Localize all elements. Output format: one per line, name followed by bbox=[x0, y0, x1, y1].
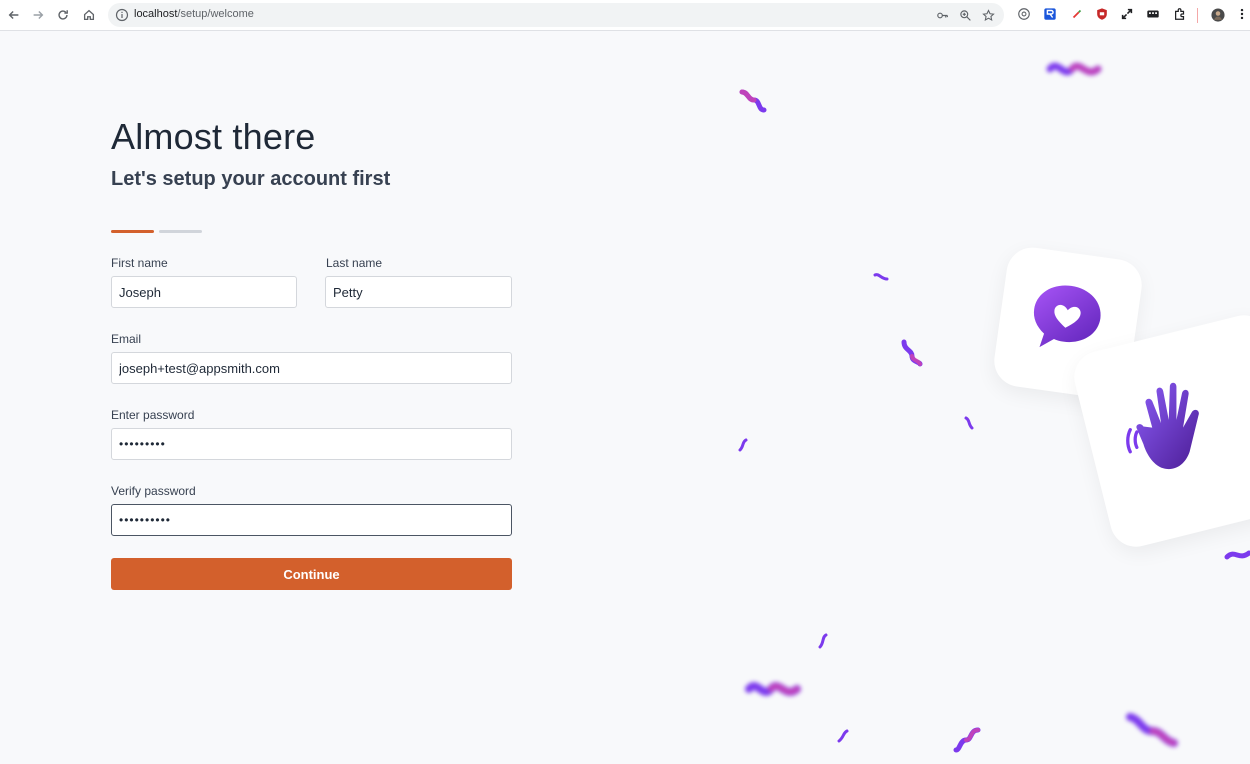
forward-icon[interactable] bbox=[28, 5, 48, 25]
waving-hand-icon bbox=[1126, 382, 1199, 470]
email-label: Email bbox=[111, 332, 142, 346]
toolbar-divider bbox=[1197, 8, 1198, 23]
url-text: localhost/setup/welcome bbox=[134, 8, 254, 20]
step-indicator-inactive bbox=[159, 230, 202, 233]
home-icon[interactable] bbox=[79, 5, 99, 25]
confetti-piece bbox=[953, 727, 981, 753]
page-title: Almost there bbox=[111, 116, 316, 157]
password-label: Enter password bbox=[111, 408, 195, 422]
zoom-icon[interactable] bbox=[957, 7, 973, 23]
last-name-field[interactable] bbox=[325, 276, 512, 308]
setup-page: Almost there Let's setup your account fi… bbox=[0, 31, 1250, 764]
site-info-icon[interactable] bbox=[115, 8, 129, 22]
reload-icon[interactable] bbox=[53, 5, 73, 25]
password-field[interactable] bbox=[111, 428, 512, 460]
profile-avatar[interactable] bbox=[1209, 6, 1226, 23]
confetti-piece bbox=[964, 416, 974, 430]
page-subtitle: Let's setup your account first bbox=[111, 168, 391, 190]
bookmark-star-icon[interactable] bbox=[980, 7, 996, 23]
verify-password-label: Verify password bbox=[111, 484, 196, 498]
confetti-piece bbox=[739, 89, 767, 113]
continue-button[interactable]: Continue bbox=[111, 558, 512, 590]
verify-password-field[interactable] bbox=[111, 504, 512, 536]
email-field[interactable] bbox=[111, 352, 512, 384]
first-name-field[interactable] bbox=[111, 276, 297, 308]
last-name-label: Last name bbox=[326, 256, 383, 270]
step-indicator-active bbox=[111, 230, 154, 233]
url-host: localhost bbox=[134, 8, 178, 20]
extension-keyboard-icon[interactable] bbox=[1145, 6, 1161, 22]
address-bar[interactable]: localhost/setup/welcome bbox=[108, 3, 1004, 27]
extension-expand-icon[interactable] bbox=[1119, 6, 1135, 22]
extension-eyedropper-icon[interactable] bbox=[1069, 6, 1085, 22]
url-path: /setup/welcome bbox=[177, 8, 254, 20]
confetti-piece bbox=[818, 633, 828, 649]
confetti-piece bbox=[1126, 713, 1178, 747]
back-icon[interactable] bbox=[4, 5, 24, 25]
extensions-puzzle-icon[interactable] bbox=[1172, 6, 1188, 22]
extension-blue-icon[interactable] bbox=[1042, 6, 1058, 22]
browser-menu-icon[interactable] bbox=[1234, 6, 1250, 22]
extension-shield-icon[interactable] bbox=[1094, 6, 1110, 22]
password-key-icon[interactable] bbox=[934, 7, 950, 23]
confetti-piece bbox=[1046, 62, 1102, 76]
confetti-piece bbox=[901, 339, 923, 367]
first-name-label: First name bbox=[111, 256, 168, 270]
browser-toolbar: localhost/setup/welcome bbox=[0, 0, 1250, 31]
confetti-piece bbox=[873, 273, 889, 281]
confetti-piece bbox=[837, 729, 849, 743]
confetti-piece bbox=[1224, 550, 1250, 560]
extension-circle-icon[interactable] bbox=[1016, 6, 1032, 22]
confetti-piece bbox=[745, 682, 801, 696]
confetti-piece bbox=[738, 438, 748, 452]
